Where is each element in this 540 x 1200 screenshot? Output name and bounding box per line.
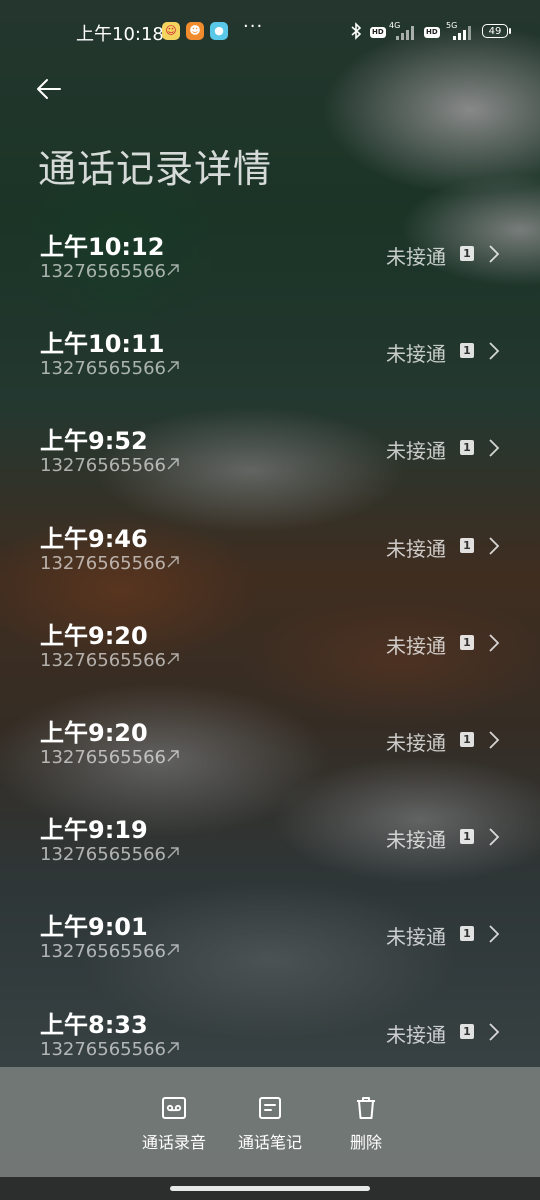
trash-icon [357, 1097, 375, 1119]
call-recordings-button[interactable]: 通话录音 [124, 1095, 224, 1153]
sim-card-icon: 1 [460, 343, 474, 359]
sim-card-icon: 1 [460, 440, 474, 456]
navigation-area [0, 1177, 540, 1200]
signal-bars-2-icon [453, 24, 475, 40]
outgoing-call-icon [167, 361, 179, 373]
call-number: 13276565566 [40, 552, 166, 574]
call-number: 13276565566 [40, 455, 166, 477]
outgoing-call-icon [167, 1041, 179, 1053]
sim-card-icon: 1 [460, 1023, 474, 1039]
delete-label: 删除 [349, 1133, 382, 1152]
app-notification-icon-2: ☻ [186, 22, 204, 40]
call-time: 上午9:01 [40, 913, 148, 942]
call-time: 上午9:52 [40, 427, 148, 456]
call-status: 未接通 [386, 342, 446, 367]
call-recordings-label: 通话录音 [141, 1133, 206, 1152]
call-notes-label: 通话笔记 [237, 1133, 302, 1152]
outgoing-call-icon [167, 847, 179, 859]
chevron-right-icon [489, 439, 500, 458]
sim-card-icon: 1 [460, 246, 474, 261]
call-time: 上午9:19 [40, 816, 148, 845]
chevron-right-icon [489, 1022, 500, 1041]
outgoing-call-icon [167, 750, 179, 762]
note-icon [259, 1097, 281, 1119]
battery-icon: 49 [482, 24, 511, 38]
call-log-item[interactable]: 上午9:46 13276565566 未接通 1 [0, 499, 540, 596]
app-notification-icon-3: ● [210, 22, 228, 40]
call-number: 13276565566 [40, 746, 166, 768]
chevron-right-icon [489, 536, 500, 555]
status-bar: 上午10:18 ☺ ☻ ● ··· HD 4G HD 5G 49 [0, 16, 540, 50]
chevron-right-icon [489, 245, 500, 263]
call-status: 未接通 [386, 925, 446, 950]
call-time: 上午9:46 [40, 524, 148, 553]
call-notes-button[interactable]: 通话笔记 [220, 1095, 320, 1153]
call-time: 上午10:12 [40, 233, 165, 261]
call-log-item[interactable]: 上午9:52 13276565566 未接通 1 [0, 401, 540, 498]
call-log-item[interactable]: 上午10:11 13276565566 未接通 1 [0, 304, 540, 401]
call-number: 13276565566 [40, 941, 166, 963]
outgoing-call-icon [167, 264, 179, 276]
status-time: 上午10:18 [76, 24, 164, 45]
outgoing-call-icon [167, 555, 179, 568]
chevron-right-icon [489, 828, 500, 846]
back-button[interactable] [34, 74, 68, 108]
call-number: 13276565566 [40, 649, 166, 671]
hd-badge-2: HD [424, 27, 440, 38]
bottom-toolbar: 通话录音 通话笔记 删除 [0, 1067, 540, 1177]
call-number: 13276565566 [40, 358, 166, 380]
outgoing-call-icon [167, 944, 179, 956]
call-status: 未接通 [386, 633, 446, 658]
call-time: 上午9:20 [40, 718, 148, 747]
chevron-right-icon [489, 731, 500, 749]
hd-badge-1: HD [370, 27, 386, 38]
sim-card-icon: 1 [460, 537, 474, 553]
call-log-item[interactable]: 上午9:01 13276565566 未接通 1 [0, 887, 540, 984]
app-notification-icon-1: ☺ [162, 22, 180, 40]
outgoing-call-icon [167, 458, 179, 470]
back-arrow-icon [37, 79, 61, 99]
call-time: 上午10:11 [40, 330, 165, 359]
call-time: 上午9:20 [40, 621, 148, 650]
signal-bars-1-icon [396, 24, 418, 40]
more-notifications-icon: ··· [243, 16, 264, 37]
chevron-right-icon [489, 634, 500, 652]
call-number: 13276565566 [40, 261, 166, 282]
cassette-tape-icon [162, 1097, 186, 1119]
sim-card-icon: 1 [460, 731, 474, 747]
call-status: 未接通 [386, 439, 446, 464]
outgoing-call-icon [167, 653, 179, 665]
chevron-right-icon [489, 925, 500, 943]
page-title: 通话记录详情 [38, 147, 273, 191]
call-log-item[interactable]: 上午10:12 13276565566 未接通 1 [0, 207, 540, 304]
sim-card-icon: 1 [460, 829, 474, 845]
call-log-list: 上午10:12 13276565566 未接通 1 上午10:11 132765… [0, 207, 540, 1082]
call-status: 未接通 [386, 730, 446, 755]
chevron-right-icon [489, 342, 500, 360]
delete-button[interactable]: 删除 [316, 1095, 416, 1153]
call-log-item[interactable]: 上午9:19 13276565566 未接通 1 [0, 790, 540, 887]
call-status: 未接通 [386, 536, 446, 561]
bluetooth-icon [350, 22, 362, 44]
call-status: 未接通 [386, 1022, 446, 1047]
call-status: 未接通 [386, 245, 446, 269]
call-log-item[interactable]: 上午9:20 13276565566 未接通 1 [0, 596, 540, 693]
gesture-home-bar[interactable] [170, 1186, 370, 1191]
call-number: 13276565566 [40, 1038, 166, 1060]
call-time: 上午8:33 [40, 1010, 148, 1039]
sim-card-icon: 1 [460, 634, 474, 650]
call-status: 未接通 [386, 828, 446, 853]
call-log-item[interactable]: 上午9:20 13276565566 未接通 1 [0, 693, 540, 790]
sim-card-icon: 1 [460, 926, 474, 942]
call-number: 13276565566 [40, 844, 166, 866]
